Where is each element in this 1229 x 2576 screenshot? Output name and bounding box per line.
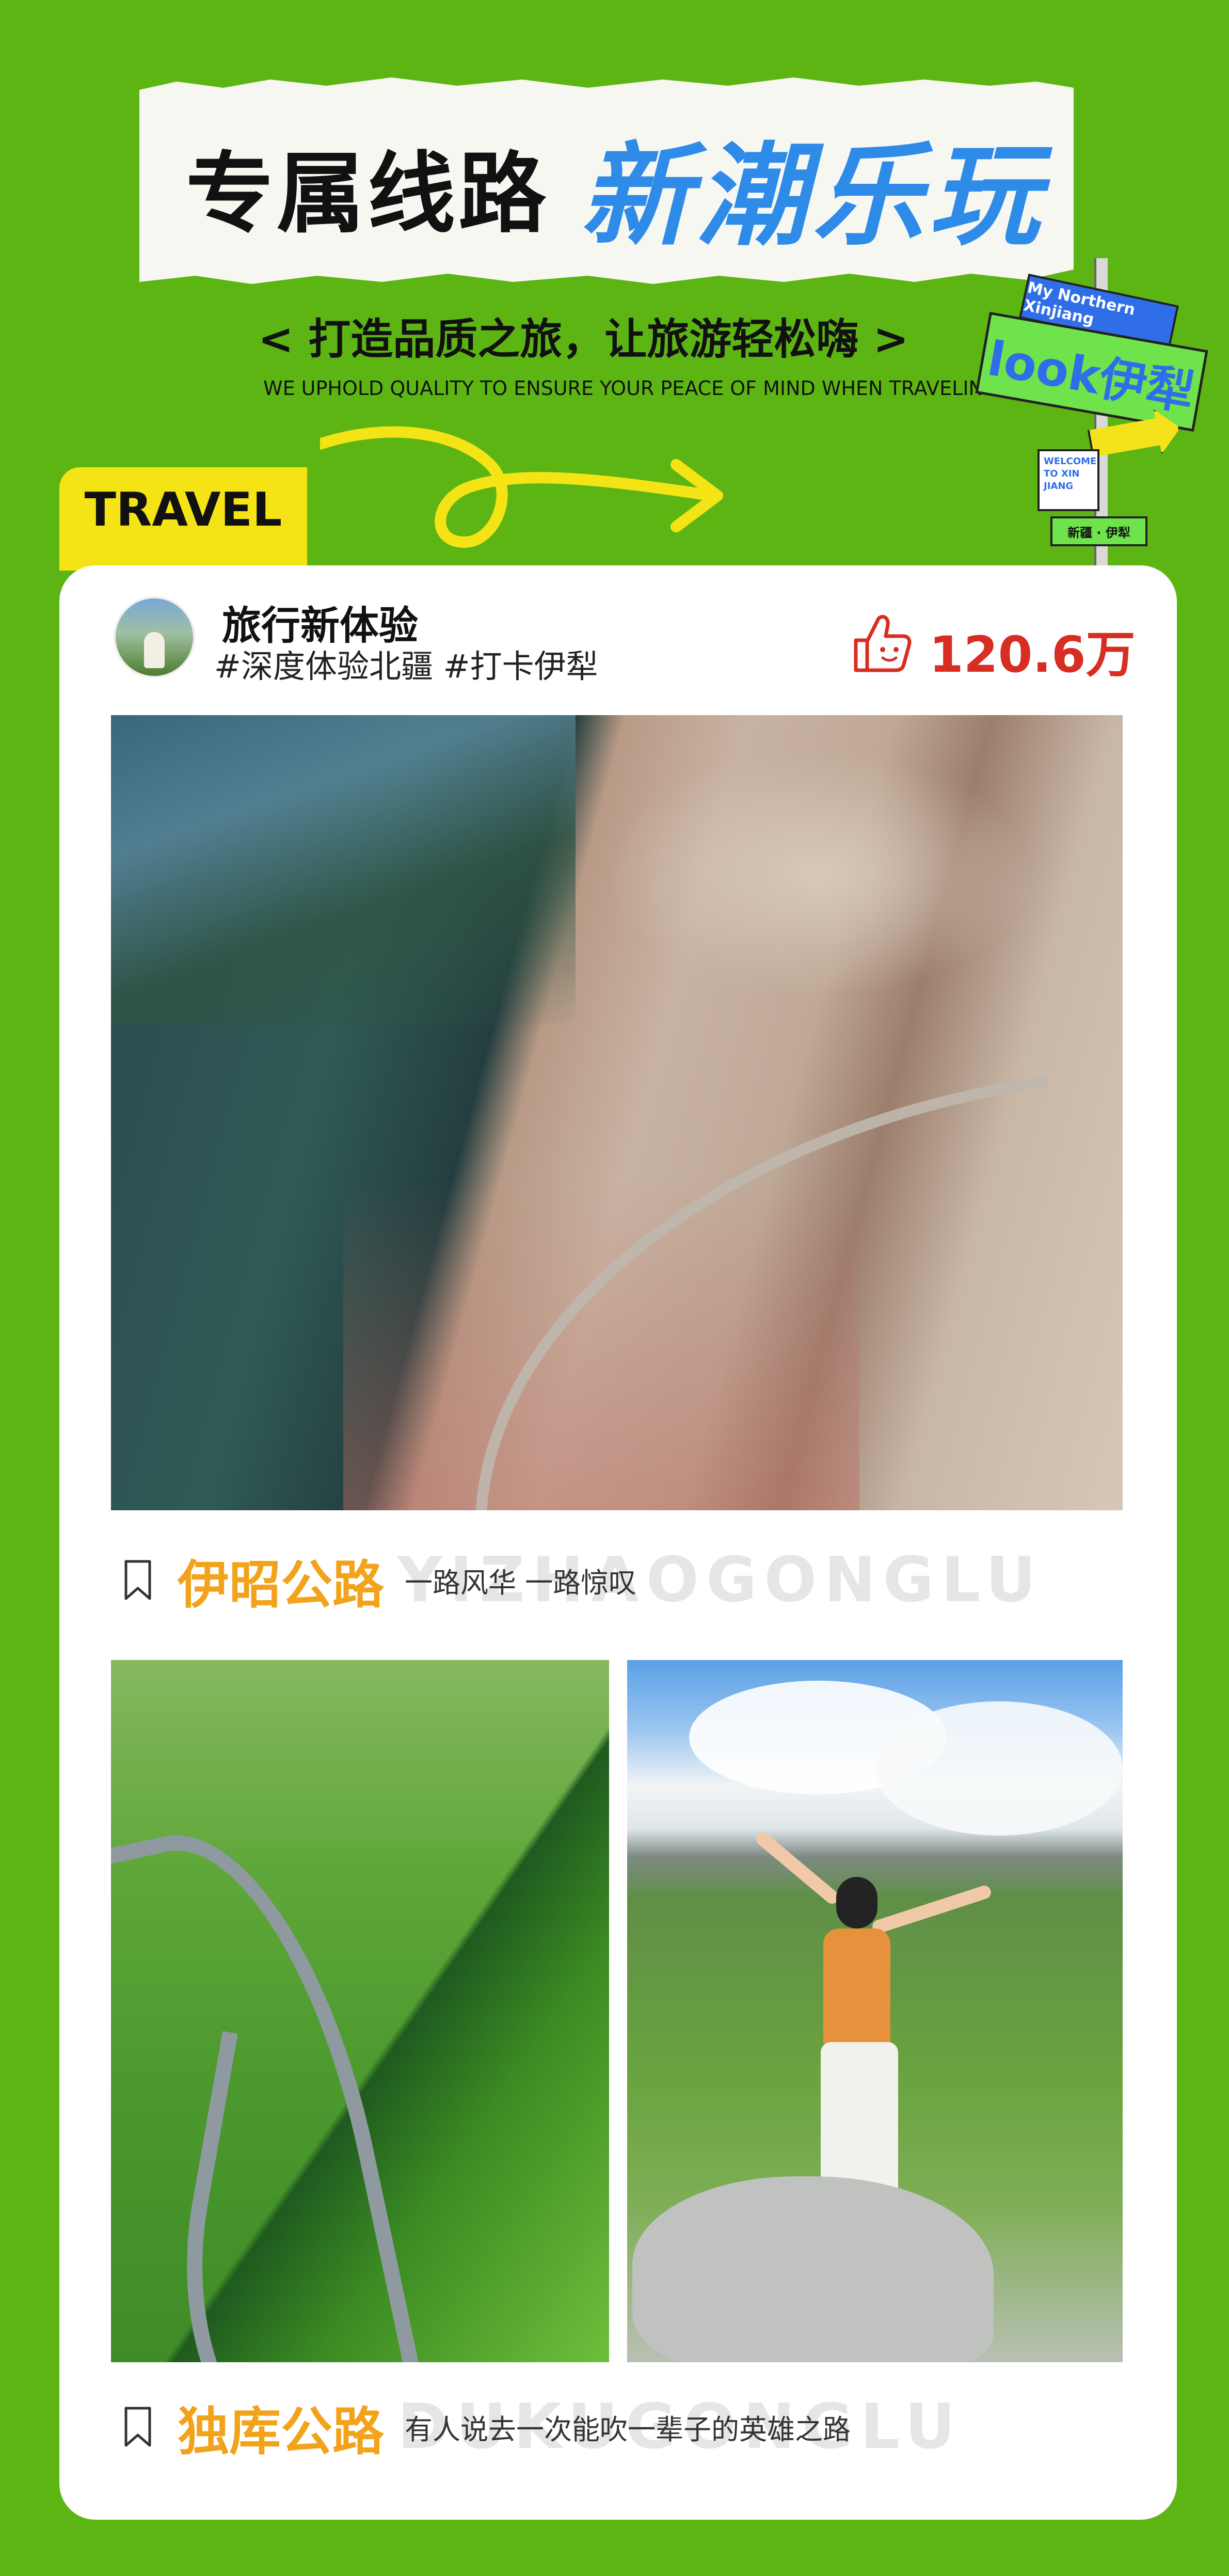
bookmark-icon[interactable] (124, 2406, 152, 2447)
photo-yizhao-road[interactable] (111, 715, 1123, 1510)
subtitle-english: WE UPHOLD QUALITY TO ENSURE YOUR PEACE O… (263, 377, 999, 400)
route-title: 伊昭公路 (178, 1554, 384, 1615)
travel-tab: TRAVEL (59, 467, 307, 571)
bookmark-icon[interactable] (124, 1559, 152, 1601)
route-title: 独库公路 (178, 2401, 384, 2462)
photo-person-head (836, 1877, 877, 1929)
photo-mountains (111, 715, 576, 1025)
travel-tab-label: TRAVEL (84, 483, 282, 537)
sign-welcome: WELCOME TO XIN JIANG (1038, 449, 1099, 511)
photo-rock (632, 2176, 994, 2362)
title-black: 专属线路 (186, 143, 550, 245)
thumbs-up-icon[interactable] (847, 609, 914, 676)
photo-person-arm (754, 1829, 841, 1907)
photo-person-arm (870, 1884, 993, 1935)
photo-traveler[interactable] (627, 1660, 1123, 2362)
route-caption-2: 独库公路 DUKUGONGLU 有人说去一次能吹一辈子的英雄之路 (124, 2391, 955, 2463)
route-caption-1: 伊昭公路 YIZHAOGONGLU 一路风华 一路惊叹 (124, 1544, 1036, 1616)
title-blue: 新潮乐玩 (580, 131, 1045, 261)
like-count: 120.6万 (929, 626, 1136, 684)
route-desc: 一路风华 一路惊叹 (405, 1566, 637, 1599)
page-title: 专属线路 新潮乐玩 (186, 119, 1074, 261)
photo-person-top (823, 1929, 890, 2047)
subtitle: < 打造品质之旅，让旅游轻松嗨 > (258, 315, 909, 364)
avatar[interactable] (114, 596, 195, 678)
avatar-figure (144, 632, 165, 668)
post-tags[interactable]: #深度体验北疆 #打卡伊犁 (214, 640, 598, 687)
photo-duku-road[interactable] (111, 1660, 609, 2362)
photo-cloud (875, 1701, 1123, 1836)
sign-small-plate: 新疆 · 伊犁 (1050, 516, 1147, 546)
route-desc: 有人说去一次能吹一辈子的英雄之路 (405, 2413, 851, 2446)
